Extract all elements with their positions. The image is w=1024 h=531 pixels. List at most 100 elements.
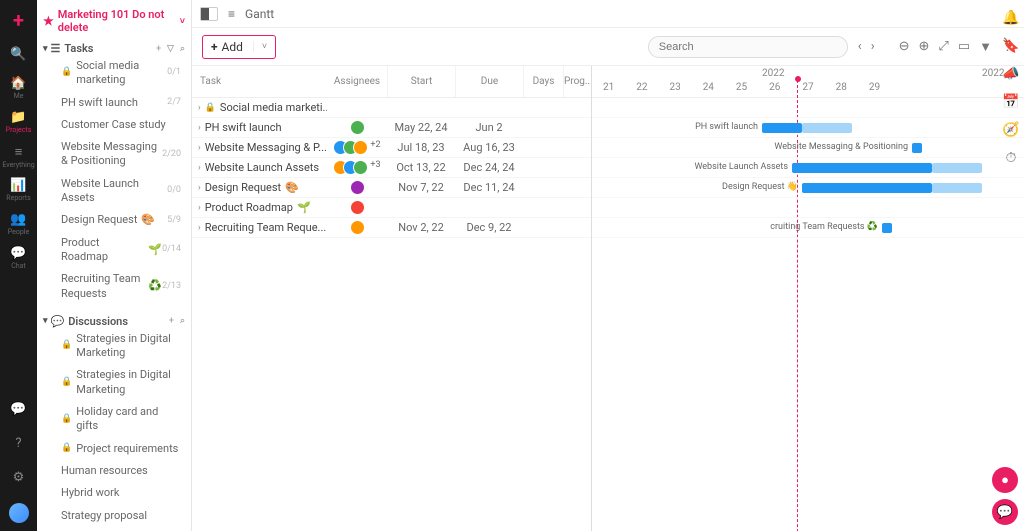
gantt-bar-remaining[interactable] — [932, 183, 982, 193]
filter-icon[interactable]: ▽ — [167, 44, 174, 54]
sidebar-discussion-item[interactable]: 🔒Strategies in Digital Marketing — [43, 364, 185, 401]
gantt-bar-remaining[interactable] — [932, 163, 982, 173]
col-progress[interactable]: Prog... — [563, 66, 591, 97]
gantt-row[interactable]: cruiting Team Requests ♻️ — [592, 218, 1024, 238]
sidebar-discussion-item[interactable]: Hybrid work — [43, 482, 185, 504]
gantt-bar[interactable] — [792, 163, 932, 173]
table-row[interactable]: ›Design Request🎨Nov 7, 22Dec 11, 24 — [192, 178, 591, 198]
announce-icon[interactable]: 📣 — [1002, 66, 1019, 82]
date-label: 23 — [658, 82, 691, 93]
hamburger-icon[interactable]: ≡ — [228, 7, 235, 21]
more-assignees[interactable]: +3 — [370, 160, 380, 175]
expand-icon[interactable]: › — [198, 103, 201, 113]
zoom-out-icon[interactable]: ⊖ — [899, 39, 910, 54]
fit-icon[interactable]: ⤢ — [938, 39, 948, 54]
sidebar-task-item[interactable]: PH swift launch2/7 — [43, 92, 185, 114]
expand-icon[interactable]: › — [198, 203, 201, 213]
add-task-icon[interactable]: + — [156, 44, 161, 54]
gantt-row[interactable] — [592, 198, 1024, 218]
prev-icon[interactable]: ‹ — [858, 39, 862, 54]
gantt-row[interactable]: Design Request 👋 — [592, 178, 1024, 198]
add-discussion-icon[interactable]: + — [169, 316, 174, 326]
col-days[interactable]: Days — [523, 66, 563, 97]
sidebar-discussion-item[interactable]: 🔒Strategies in Digital Marketing — [43, 328, 185, 365]
col-task[interactable]: Task — [192, 66, 327, 97]
calendar-rail-icon[interactable]: 📅 — [1002, 94, 1019, 110]
gantt-bar-remaining[interactable] — [802, 123, 852, 133]
assignee-avatar[interactable] — [350, 200, 365, 215]
col-start[interactable]: Start — [387, 66, 455, 97]
sidebar-task-item[interactable]: Website Launch Assets0/0 — [43, 173, 185, 210]
table-row[interactable]: ›🔒Social media marketi... — [192, 98, 591, 118]
rail-people[interactable]: 👥People — [5, 210, 33, 238]
search-icon[interactable]: ⌕ — [180, 44, 185, 54]
rail-chat[interactable]: 💬Chat — [5, 244, 33, 272]
assignee-avatar[interactable] — [350, 120, 365, 135]
col-assignees[interactable]: Assignees — [327, 66, 387, 97]
rail-projects[interactable]: 📁Projects — [5, 108, 33, 136]
gantt-milestone[interactable] — [882, 223, 892, 233]
rail-search[interactable]: 🔍 — [5, 40, 33, 68]
expand-icon[interactable]: › — [198, 163, 201, 173]
fab-record[interactable]: ● — [992, 467, 1018, 493]
gantt-row[interactable]: Website Launch Assets — [592, 158, 1024, 178]
add-button[interactable]: +Add˅ — [202, 35, 276, 59]
sidebar-task-item[interactable]: Recruiting Team Requests♻️2/13 — [43, 268, 185, 305]
sidebar-discussion-item[interactable]: 🔒Project requirements — [43, 438, 185, 460]
expand-icon[interactable]: › — [198, 143, 201, 153]
sidebar-discussion-item[interactable]: Strategy proposal — [43, 505, 185, 527]
sidebar-task-item[interactable]: Customer Case study — [43, 114, 185, 136]
compass-icon[interactable]: 🧭 — [1002, 122, 1019, 138]
col-due[interactable]: Due — [455, 66, 523, 97]
tasks-section-head[interactable]: ▾☰Tasks +▽⌕ — [43, 42, 185, 55]
notifications-icon[interactable]: 🔔 — [1002, 10, 1019, 26]
rail-messages[interactable]: 💬 — [5, 395, 33, 423]
search-input[interactable] — [648, 36, 848, 58]
timer-icon[interactable]: ⏱ — [1006, 150, 1017, 166]
sidebar-task-item[interactable]: Design Request🎨5/9 — [43, 209, 185, 231]
table-row[interactable]: ›Product Roadmap🌱 — [192, 198, 591, 218]
sidebar-toggle[interactable] — [200, 7, 218, 21]
gantt-row[interactable] — [592, 98, 1024, 118]
assignee-avatar[interactable] — [350, 220, 365, 235]
expand-icon[interactable]: › — [198, 223, 201, 233]
gantt-milestone[interactable] — [912, 143, 922, 153]
gantt-bar[interactable] — [802, 183, 932, 193]
fab-chat[interactable]: 💬 — [992, 499, 1018, 525]
next-icon[interactable]: › — [871, 39, 875, 54]
zoom-in-icon[interactable]: ⊕ — [919, 39, 930, 54]
rail-help[interactable]: ? — [5, 429, 33, 457]
table-row[interactable]: ›Website Launch Assets+3Oct 13, 22Dec 24… — [192, 158, 591, 178]
table-row[interactable]: ›Website Messaging & P...+2Jul 18, 23Aug… — [192, 138, 591, 158]
gantt-bar[interactable] — [762, 123, 802, 133]
sidebar-discussion-item[interactable]: 🔒Holiday card and gifts — [43, 401, 185, 438]
project-title[interactable]: ★Marketing 101 Do not delete˅ — [43, 8, 185, 34]
sidebar-task-item[interactable]: Website Messaging & Positioning2/20 — [43, 136, 185, 173]
add-dropdown-icon[interactable]: ˅ — [253, 41, 267, 52]
gantt-row[interactable]: Website Messaging & Positioning — [592, 138, 1024, 158]
rail-me[interactable]: 🏠Me — [5, 74, 33, 102]
discussions-section-head[interactable]: ▾💬Discussions +⌕ — [43, 315, 185, 328]
more-assignees[interactable]: +2 — [370, 140, 380, 155]
table-row[interactable]: ›Recruiting Team Reque...Nov 2, 22Dec 9,… — [192, 218, 591, 238]
search-discussion-icon[interactable]: ⌕ — [180, 316, 185, 326]
expand-icon[interactable]: › — [198, 123, 201, 133]
rail-user-avatar[interactable] — [9, 503, 29, 523]
assignee-avatar[interactable] — [353, 140, 368, 155]
sidebar-task-item[interactable]: Product Roadmap🌱0/14 — [43, 232, 185, 269]
timeline-panel[interactable]: 2022 2022 212223242526272829 PH swift la… — [592, 66, 1024, 531]
expand-icon[interactable]: › — [198, 183, 201, 193]
rail-everything[interactable]: ≡Everything — [5, 142, 33, 170]
assignee-avatar[interactable] — [350, 180, 365, 195]
rail-settings[interactable]: ⚙ — [5, 463, 33, 491]
today-icon[interactable]: ▭ — [958, 39, 970, 54]
bookmark-icon[interactable]: 🔖 — [1002, 38, 1019, 54]
assignee-avatar[interactable] — [353, 160, 368, 175]
sidebar-task-item[interactable]: 🔒Social media marketing0/1 — [43, 55, 185, 92]
sidebar-discussion-item[interactable]: Human resources — [43, 460, 185, 482]
gantt-row[interactable]: PH swift launch — [592, 118, 1024, 138]
rail-reports[interactable]: 📊Reports — [5, 176, 33, 204]
rail-add[interactable]: + — [5, 6, 33, 34]
filter-toolbar-icon[interactable]: ▼ — [979, 39, 992, 55]
table-row[interactable]: ›PH swift launchMay 22, 24Jun 2 — [192, 118, 591, 138]
